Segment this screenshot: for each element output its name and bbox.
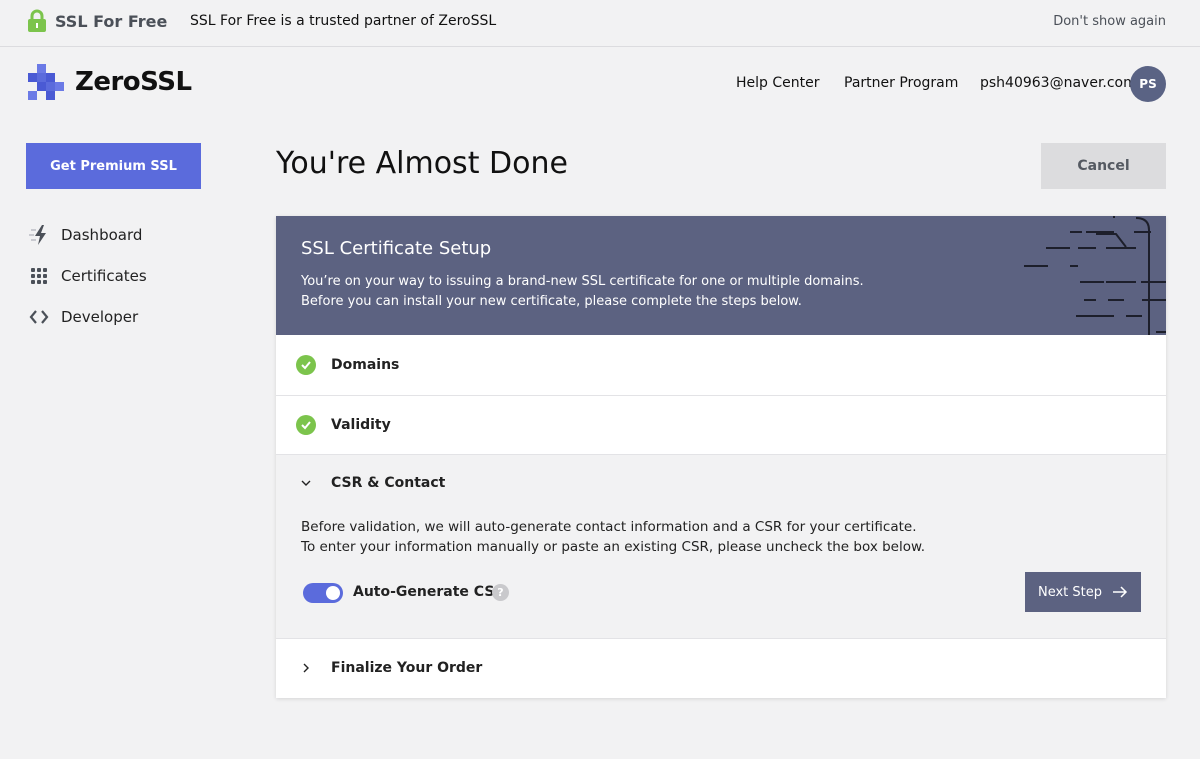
csr-description: Before validation, we will auto-generate… <box>301 517 925 557</box>
sidebar-item-dashboard[interactable]: Dashboard <box>28 224 142 246</box>
sidebar-item-certificates[interactable]: Certificates <box>28 265 147 287</box>
partner-banner: SSL For Free SSL For Free is a trusted p… <box>0 0 1200 47</box>
bolt-icon <box>28 224 50 246</box>
step-finalize-order[interactable]: Finalize Your Order <box>276 639 1166 698</box>
step-csr-row[interactable]: CSR & Contact <box>296 473 445 493</box>
step-csr-contact: CSR & Contact Before validation, we will… <box>276 455 1166 639</box>
next-step-label: Next Step <box>1037 584 1103 600</box>
setup-header: SSL Certificate Setup You’re on your way… <box>276 216 1166 335</box>
user-email[interactable]: psh40963@naver.com <box>980 75 1137 91</box>
step-validity-row[interactable]: Validity <box>296 415 391 435</box>
csr-desc-line2: To enter your information manually or pa… <box>301 539 926 555</box>
get-premium-ssl-button[interactable]: Get Premium SSL <box>26 143 201 189</box>
sidebar-item-label: Certificates <box>61 267 147 285</box>
setup-description: You’re on your way to issuing a brand-ne… <box>301 272 864 312</box>
logo-text[interactable]: ZeroSSL <box>75 67 192 97</box>
sidebar-item-label: Developer <box>61 308 139 326</box>
auto-generate-csr-label[interactable]: Auto-Generate CSR <box>353 584 505 600</box>
step-label: CSR & Contact <box>331 475 446 491</box>
step-domains[interactable]: Domains <box>276 335 1166 396</box>
sidebar-item-label: Dashboard <box>61 226 143 244</box>
step-finalize-row[interactable]: Finalize Your Order <box>296 658 482 678</box>
chevron-down-icon <box>296 473 316 493</box>
step-label: Domains <box>331 357 400 373</box>
check-circle-icon <box>296 355 316 375</box>
step-label: Finalize Your Order <box>331 660 483 676</box>
setup-title: SSL Certificate Setup <box>301 238 492 259</box>
setup-desc-line1: You’re on your way to issuing a brand-ne… <box>301 274 864 289</box>
sidebar-item-developer[interactable]: Developer <box>28 306 138 328</box>
step-label: Validity <box>331 417 391 433</box>
csr-desc-line1: Before validation, we will auto-generate… <box>301 519 917 535</box>
cancel-button[interactable]: Cancel <box>1041 143 1166 189</box>
code-brackets-icon <box>28 306 50 328</box>
page-title: You're Almost Done <box>276 146 568 181</box>
check-circle-icon <box>296 415 316 435</box>
help-icon[interactable]: ? <box>492 584 509 601</box>
ssl-setup-card: SSL Certificate Setup You’re on your way… <box>276 216 1166 698</box>
lock-icon <box>28 9 46 32</box>
toggle-knob <box>326 586 340 600</box>
arrow-right-icon <box>1112 586 1128 598</box>
chevron-right-icon <box>296 658 316 678</box>
dont-show-again-link[interactable]: Don't show again <box>1053 14 1166 29</box>
next-step-button[interactable]: Next Step <box>1025 572 1141 612</box>
help-center-link[interactable]: Help Center <box>736 75 820 91</box>
setup-desc-line2: Before you can install your new certific… <box>301 294 802 309</box>
step-validity[interactable]: Validity <box>276 396 1166 455</box>
grid-dots-icon <box>28 265 50 287</box>
partner-text: SSL For Free is a trusted partner of Zer… <box>190 13 497 29</box>
zerossl-logo-icon[interactable] <box>28 64 66 102</box>
auto-generate-csr-toggle[interactable] <box>303 583 343 603</box>
banner-brand: SSL For Free <box>55 12 168 31</box>
circuit-decoration-icon <box>1024 216 1166 335</box>
avatar[interactable]: PS <box>1130 66 1166 102</box>
step-domains-row[interactable]: Domains <box>296 355 399 375</box>
partner-program-link[interactable]: Partner Program <box>844 75 958 91</box>
